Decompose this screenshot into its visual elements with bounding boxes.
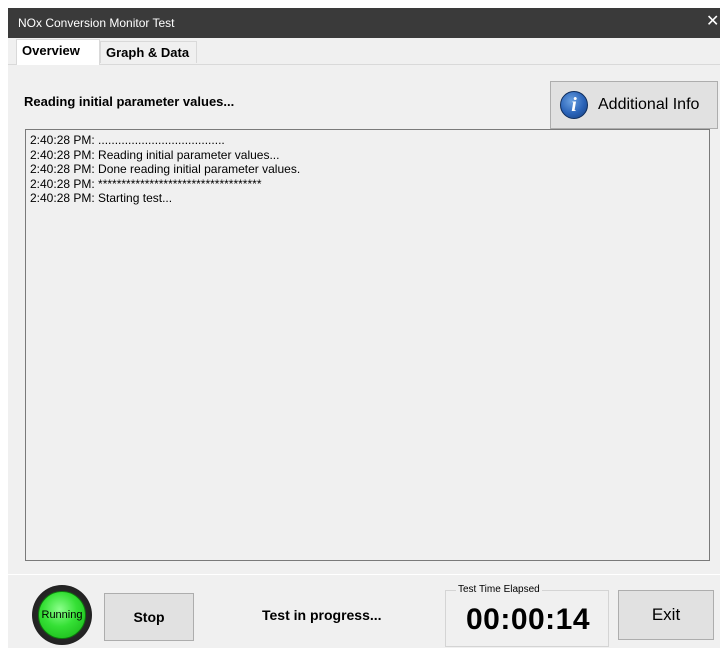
stop-button[interactable]: Stop (104, 593, 194, 641)
exit-button[interactable]: Exit (618, 590, 714, 640)
title-bar[interactable]: NOx Conversion Monitor Test ✕ (8, 8, 720, 38)
running-indicator: Running (32, 585, 92, 645)
tab-overview[interactable]: Overview (16, 39, 100, 65)
footer-divider (8, 574, 720, 575)
status-heading: Reading initial parameter values... (24, 94, 235, 109)
app-window: NOx Conversion Monitor Test ✕ Overview G… (8, 8, 720, 648)
timer-caption: Test Time Elapsed (456, 584, 542, 595)
log-line: 2:40:28 PM: ****************************… (30, 176, 262, 191)
additional-info-label: Additional Info (598, 96, 700, 113)
running-lamp: Running (38, 591, 86, 639)
close-icon[interactable]: ✕ (706, 13, 720, 31)
log-output[interactable]: 2:40:28 PM: ............................… (25, 129, 710, 561)
tab-graph-data[interactable]: Graph & Data (100, 41, 197, 63)
window-title: NOx Conversion Monitor Test (18, 16, 175, 30)
elapsed-timer: Test Time Elapsed 00:00:14 (445, 584, 609, 647)
tab-strip: Overview Graph & Data (8, 38, 720, 65)
log-line: 2:40:28 PM: Done reading initial paramet… (30, 162, 301, 176)
info-icon: i (560, 91, 588, 119)
log-line: 2:40:28 PM: Reading initial parameter va… (30, 147, 280, 162)
log-line: 2:40:28 PM: ............................… (30, 133, 225, 147)
additional-info-button[interactable]: i Additional Info (550, 81, 718, 129)
log-line: 2:40:28 PM: Starting test... (30, 191, 173, 205)
progress-status: Test in progress... (262, 607, 382, 623)
timer-value: 00:00:14 (465, 603, 591, 636)
